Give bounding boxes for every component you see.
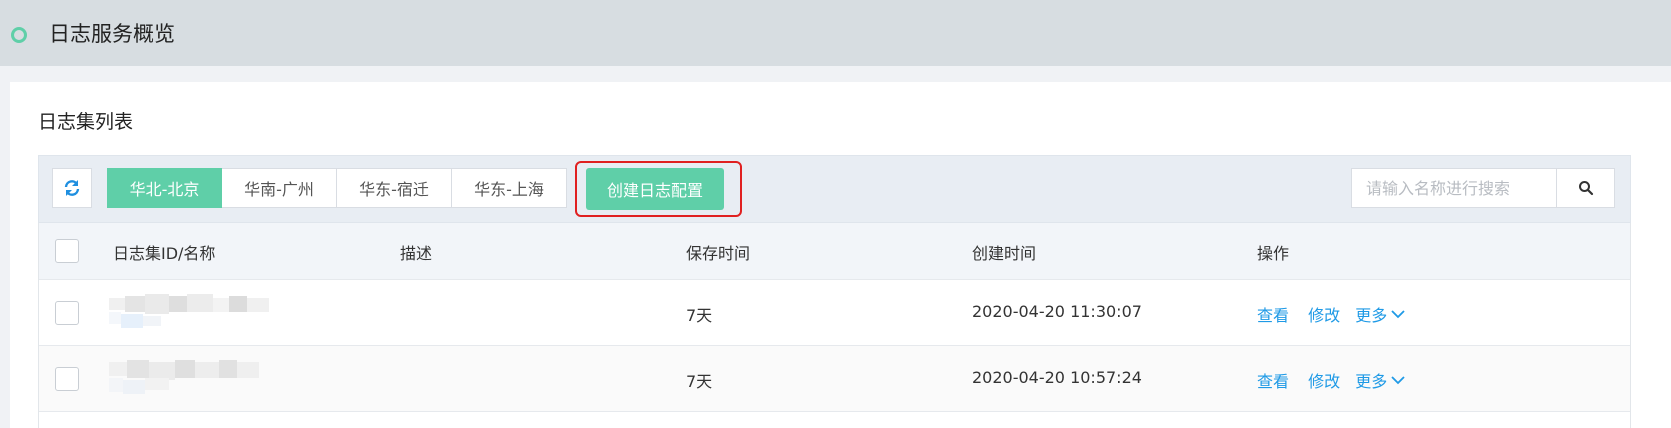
more-dropdown[interactable]: 更多 (1355, 302, 1405, 326)
create-log-config-button[interactable]: 创建日志配置 (586, 168, 724, 210)
top-bar: 日志服务概览 (0, 0, 1671, 66)
column-header-name: 日志集ID/名称 (113, 244, 216, 263)
more-label: 更多 (1355, 306, 1388, 325)
page-title: 日志服务概览 (49, 22, 175, 46)
search-input[interactable] (1352, 169, 1556, 207)
retention-value: 7天 (686, 372, 713, 391)
edit-link[interactable]: 修改 (1308, 372, 1340, 391)
edit-link[interactable]: 修改 (1308, 306, 1340, 325)
region-tab-guangzhou[interactable]: 华南-广州 (222, 168, 337, 208)
view-link[interactable]: 查看 (1257, 372, 1289, 391)
chevron-down-icon (1391, 310, 1405, 319)
refresh-icon (64, 180, 80, 196)
refresh-button[interactable] (52, 168, 92, 208)
created-time: 2020-04-20 10:57:24 (972, 368, 1142, 387)
column-header-actions: 操作 (1257, 244, 1290, 263)
search-icon (1579, 181, 1594, 196)
more-dropdown[interactable]: 更多 (1355, 368, 1405, 392)
column-header-desc: 描述 (400, 244, 433, 263)
logset-table: 日志集ID/名称 描述 保存时间 创建时间 操作 7天 2020-04-20 1… (38, 223, 1631, 428)
chevron-down-icon (1391, 376, 1405, 385)
table-row (39, 411, 1630, 428)
more-label: 更多 (1355, 372, 1388, 391)
created-time: 2020-04-20 11:30:07 (972, 302, 1142, 321)
row-actions: 查看 修改 更多 (1257, 302, 1405, 326)
region-tabs: 华北-北京 华南-广州 华东-宿迁 华东-上海 (107, 168, 567, 208)
retention-value: 7天 (686, 306, 713, 325)
region-tab-suqian[interactable]: 华东-宿迁 (337, 168, 452, 208)
table-row: 7天 2020-04-20 11:30:07 查看 修改 更多 (39, 279, 1630, 345)
table-header: 日志集ID/名称 描述 保存时间 创建时间 操作 (39, 223, 1630, 279)
region-tab-shanghai[interactable]: 华东-上海 (452, 168, 567, 208)
row-checkbox[interactable] (55, 301, 79, 325)
circle-icon (11, 27, 27, 43)
table-row: 7天 2020-04-20 10:57:24 查看 修改 更多 (39, 345, 1630, 411)
row-actions: 查看 修改 更多 (1257, 368, 1405, 392)
section-title: 日志集列表 (38, 111, 134, 133)
column-header-created: 创建时间 (972, 244, 1037, 263)
search-button[interactable] (1556, 169, 1615, 207)
redacted-name (109, 294, 271, 330)
search-box (1351, 168, 1615, 208)
redacted-name (109, 360, 271, 396)
column-header-retention: 保存时间 (686, 244, 751, 263)
row-checkbox[interactable] (55, 367, 79, 391)
view-link[interactable]: 查看 (1257, 306, 1289, 325)
select-all-checkbox[interactable] (55, 239, 79, 263)
region-tab-beijing[interactable]: 华北-北京 (107, 168, 222, 208)
